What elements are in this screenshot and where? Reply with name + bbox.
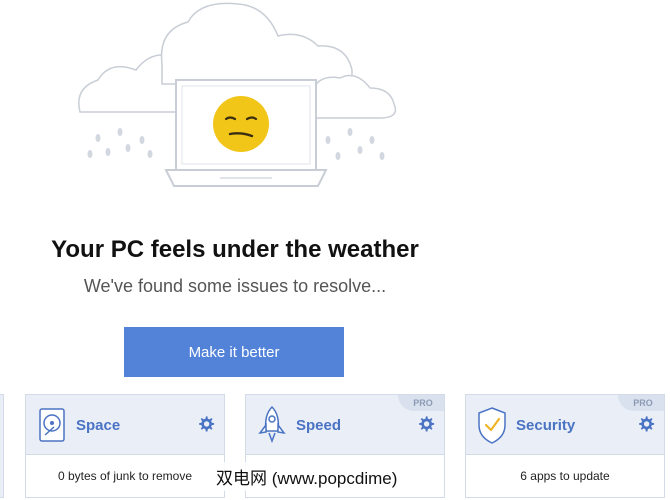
- space-card-label: Space: [76, 417, 121, 434]
- speed-settings-gear-icon[interactable]: [417, 415, 435, 433]
- speed-card-label: Speed: [296, 417, 342, 434]
- sad-face-icon: [213, 96, 269, 152]
- disk-icon: [39, 408, 65, 442]
- offscreen-card-left[interactable]: [0, 394, 4, 498]
- make-it-better-button[interactable]: Make it better: [124, 327, 344, 377]
- pro-badge: PRO: [618, 395, 664, 411]
- shield-icon: [478, 407, 506, 444]
- space-card-header: Space: [26, 395, 224, 454]
- space-card-status: 0 bytes of junk to remove: [26, 454, 224, 497]
- pro-badge: PRO: [398, 395, 444, 411]
- watermark: 双电网 (www.popcdime): [212, 462, 402, 491]
- rocket-icon: [258, 405, 286, 444]
- security-card-status: 6 apps to update: [466, 454, 664, 497]
- security-card[interactable]: PRO Security 6 apps to update: [465, 394, 665, 498]
- space-settings-gear-icon[interactable]: [197, 415, 215, 433]
- space-card[interactable]: Space 0 bytes of junk to remove: [25, 394, 225, 498]
- security-card-header: PRO Security: [466, 395, 664, 454]
- center-cloud-icon: [160, 2, 353, 85]
- security-settings-gear-icon[interactable]: [637, 415, 655, 433]
- speed-card-header: PRO Speed: [246, 395, 444, 454]
- page-title: Your PC feels under the weather: [51, 236, 419, 263]
- page-subtitle: We've found some issues to resolve...: [83, 276, 387, 296]
- hero-illustration: [78, 2, 397, 187]
- security-card-label: Security: [516, 417, 576, 434]
